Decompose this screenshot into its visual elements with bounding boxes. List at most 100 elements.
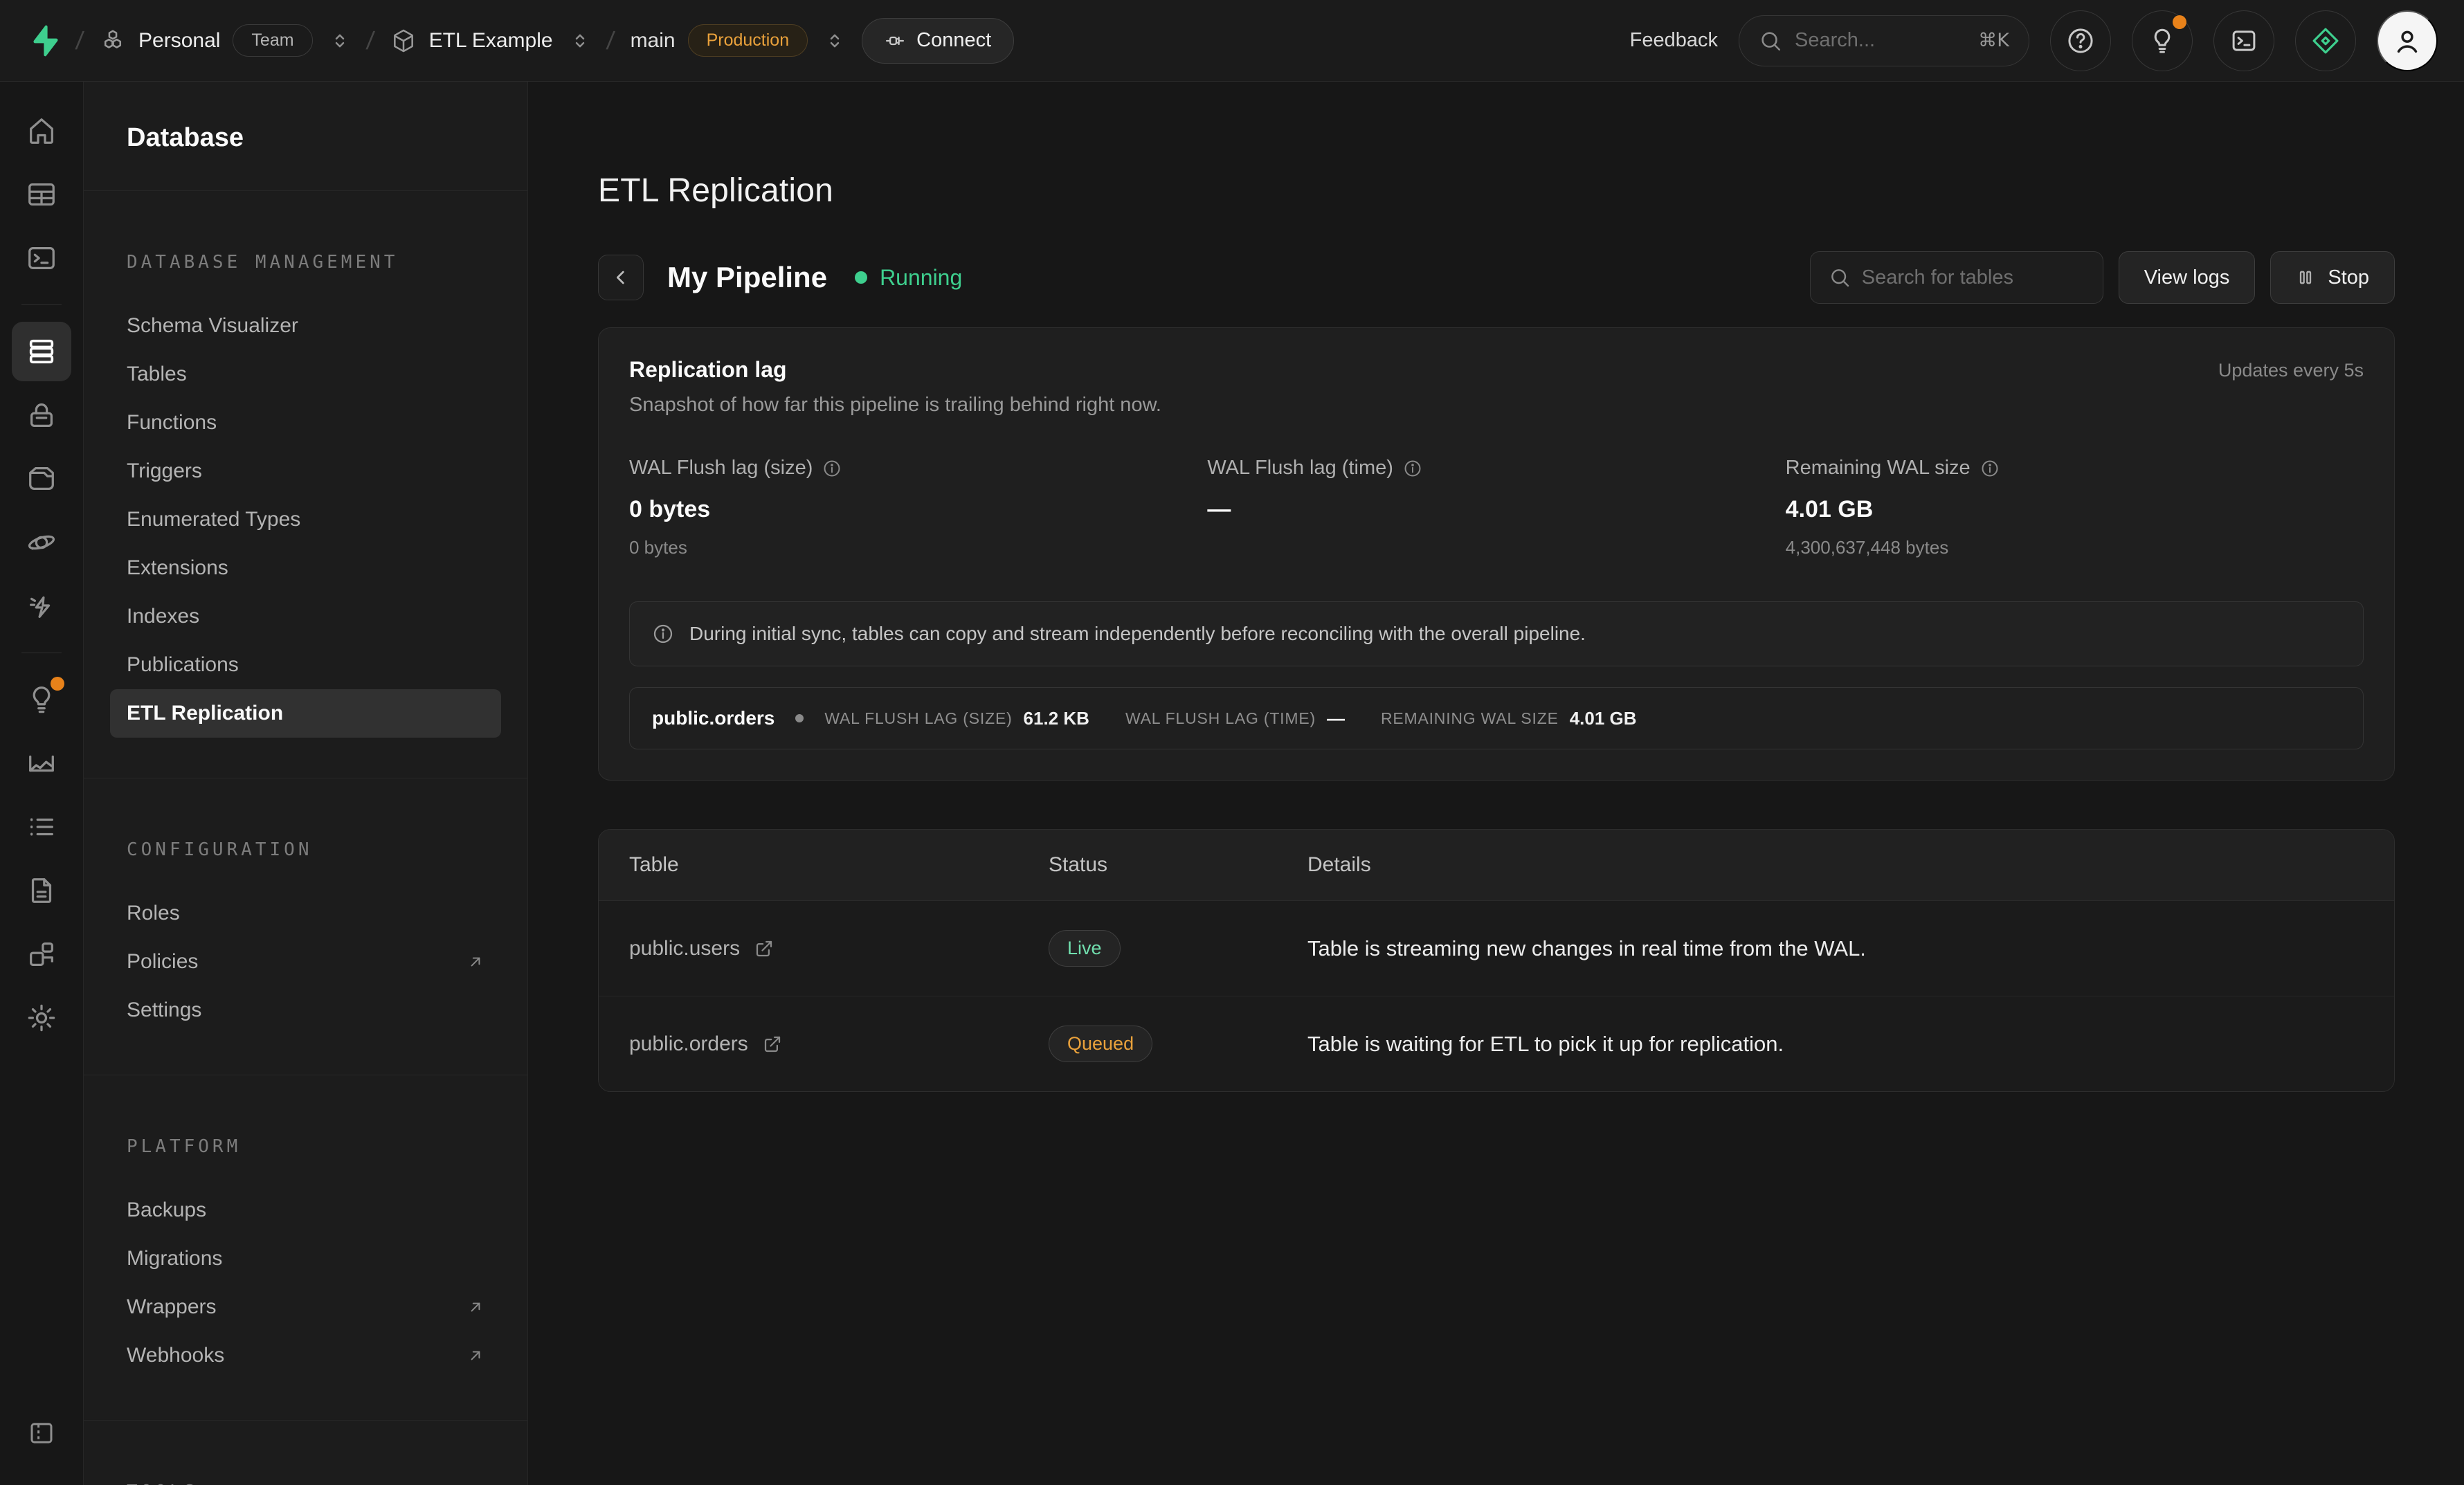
help-button[interactable] xyxy=(2050,10,2111,71)
feedback-button[interactable]: Feedback xyxy=(1630,29,1718,52)
command-menu-button[interactable] xyxy=(2213,10,2274,71)
storage-icon[interactable] xyxy=(12,449,71,509)
notification-dot xyxy=(2173,15,2186,29)
sidebar-item-etl-replication[interactable]: ETL Replication xyxy=(110,689,501,738)
column-table: Table xyxy=(629,853,1049,877)
whats-new-button[interactable] xyxy=(2132,10,2193,71)
search-icon xyxy=(1829,266,1851,289)
external-link-icon[interactable] xyxy=(754,938,774,959)
back-button[interactable] xyxy=(598,255,644,300)
org-switcher[interactable]: Personal Team xyxy=(100,24,313,57)
database-sidebar: Database DATABASE MANAGEMENT Schema Visu… xyxy=(84,82,528,1485)
settings-icon[interactable] xyxy=(12,988,71,1048)
sql-editor-icon[interactable] xyxy=(12,228,71,288)
sidebar-item-enumerated-types[interactable]: Enumerated Types xyxy=(110,495,501,544)
lag-metrics: WAL Flush lag (size) 0 bytes 0 bytes WAL… xyxy=(629,457,2364,558)
user-avatar[interactable] xyxy=(2377,10,2438,71)
pipeline-header: My Pipeline Running View logs Stop xyxy=(598,251,2395,304)
section-label: DATABASE MANAGEMENT xyxy=(127,252,484,273)
info-icon[interactable] xyxy=(1403,459,1422,478)
section-configuration: CONFIGURATION Roles Policies Settings xyxy=(84,778,527,1075)
assistant-button[interactable] xyxy=(2295,10,2356,71)
database-icon[interactable] xyxy=(12,322,71,381)
external-link-icon[interactable] xyxy=(762,1034,783,1055)
org-name[interactable]: Personal xyxy=(138,29,220,53)
table-editor-icon[interactable] xyxy=(12,165,71,224)
view-logs-label: View logs xyxy=(2144,266,2230,289)
chevron-updown-icon[interactable] xyxy=(329,30,350,51)
logs-icon[interactable] xyxy=(12,797,71,857)
home-icon[interactable] xyxy=(12,101,71,161)
branch-switcher[interactable]: main Production xyxy=(631,24,808,57)
global-search[interactable]: ⌘K xyxy=(1739,15,2029,66)
connect-button-label: Connect xyxy=(916,29,991,52)
view-logs-button[interactable]: View logs xyxy=(2119,251,2256,304)
table-name: public.orders xyxy=(652,707,774,729)
chevron-updown-icon[interactable] xyxy=(824,30,845,51)
sidebar-item-publications[interactable]: Publications xyxy=(110,641,501,689)
integrations-icon[interactable] xyxy=(12,924,71,984)
sidebar-item-roles[interactable]: Roles xyxy=(110,889,501,938)
breadcrumb-separator: / xyxy=(365,26,376,55)
sidebar-item-migrations[interactable]: Migrations xyxy=(110,1235,501,1283)
stop-button[interactable]: Stop xyxy=(2270,251,2395,304)
project-switcher[interactable]: ETL Example xyxy=(390,28,553,54)
sidebar-item-policies[interactable]: Policies xyxy=(110,938,501,986)
table-details: Table is waiting for ETL to pick it up f… xyxy=(1307,1032,2364,1057)
sidebar-item-indexes[interactable]: Indexes xyxy=(110,592,501,641)
rail-divider xyxy=(21,304,62,305)
collapse-sidebar-icon[interactable] xyxy=(12,1403,71,1463)
sidebar-item-schema-visualizer[interactable]: Schema Visualizer xyxy=(110,302,501,350)
metric-wal-flush-lag-time: WAL Flush lag (time) — xyxy=(1207,457,1785,558)
running-status-dot xyxy=(855,271,867,284)
external-arrow-icon xyxy=(466,1298,484,1316)
info-icon[interactable] xyxy=(1980,459,2000,478)
connect-button[interactable]: Connect xyxy=(862,18,1014,64)
pipeline-name: My Pipeline xyxy=(667,261,827,294)
sidebar-item-wrappers[interactable]: Wrappers xyxy=(110,1283,501,1331)
sidebar-item-triggers[interactable]: Triggers xyxy=(110,447,501,495)
section-label: TOOLS xyxy=(127,1482,484,1485)
main-content: ETL Replication My Pipeline Running View… xyxy=(529,82,2464,1485)
sidebar-item-settings[interactable]: Settings xyxy=(110,986,501,1035)
reports-icon[interactable] xyxy=(12,734,71,793)
sidebar-item-extensions[interactable]: Extensions xyxy=(110,544,501,592)
table-details: Table is streaming new changes in real t… xyxy=(1307,936,2364,961)
package-project-icon xyxy=(390,28,417,54)
info-icon xyxy=(652,623,674,645)
project-name[interactable]: ETL Example xyxy=(429,29,553,53)
pipeline-status: Running xyxy=(855,265,962,291)
sidebar-item-webhooks[interactable]: Webhooks xyxy=(110,1331,501,1380)
table-name: public.users xyxy=(629,937,740,960)
table-search[interactable] xyxy=(1810,251,2103,304)
running-status-label: Running xyxy=(880,265,962,291)
breadcrumb-separator: / xyxy=(74,26,85,55)
chevron-updown-icon[interactable] xyxy=(570,30,590,51)
replication-lag-card: Replication lag Snapshot of how far this… xyxy=(598,327,2395,781)
table-search-input[interactable] xyxy=(1862,266,2085,289)
advisors-notification-dot xyxy=(51,677,64,691)
sidebar-item-functions[interactable]: Functions xyxy=(110,399,501,447)
column-details: Details xyxy=(1307,853,2364,877)
icon-rail xyxy=(0,82,84,1485)
sidebar-item-tables[interactable]: Tables xyxy=(110,350,501,399)
table-name: public.orders xyxy=(629,1032,748,1056)
mini-metric-size: WAL FLUSH LAG (SIZE) 61.2 KB xyxy=(824,708,1089,729)
environment-badge: Production xyxy=(688,24,808,57)
edge-functions-icon[interactable] xyxy=(12,513,71,572)
supabase-logo-icon[interactable] xyxy=(26,24,60,57)
top-navigation-bar: / Personal Team / ETL Example / main Pro… xyxy=(0,0,2464,82)
branch-name[interactable]: main xyxy=(631,29,676,53)
org-plan-badge: Team xyxy=(233,24,312,57)
info-icon[interactable] xyxy=(822,459,842,478)
mini-metric-remaining: REMAINING WAL SIZE 4.01 GB xyxy=(1381,708,1637,729)
realtime-icon[interactable] xyxy=(12,576,71,636)
plug-icon xyxy=(885,30,905,51)
metric-remaining-wal-size: Remaining WAL size 4.01 GB 4,300,637,448… xyxy=(1786,457,2364,558)
api-docs-icon[interactable] xyxy=(12,861,71,920)
stop-label: Stop xyxy=(2328,266,2369,289)
advisors-icon[interactable] xyxy=(12,670,71,729)
authentication-icon[interactable] xyxy=(12,385,71,445)
sidebar-item-backups[interactable]: Backups xyxy=(110,1186,501,1235)
global-search-input[interactable] xyxy=(1795,29,1966,52)
